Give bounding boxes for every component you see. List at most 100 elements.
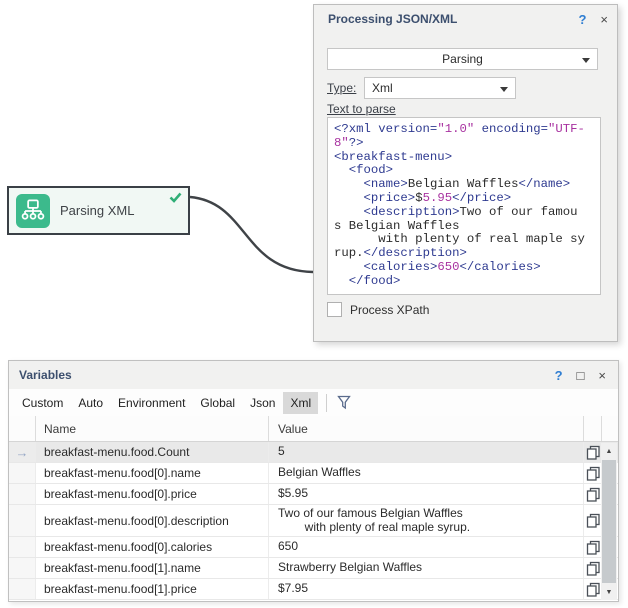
table-row[interactable]: breakfast-menu.food[0].price$5.95 bbox=[9, 484, 618, 505]
table-row[interactable]: breakfast-menu.food[1].nameStrawberry Be… bbox=[9, 558, 618, 579]
variable-value: Two of our famous Belgian Waffles with p… bbox=[269, 505, 584, 536]
variable-value: Strawberry Belgian Waffles bbox=[269, 558, 584, 578]
code-line: <calories>650</calories> bbox=[334, 261, 594, 275]
code-line: <price>$5.95</price> bbox=[334, 192, 594, 206]
dialog-header: Processing JSON/XML ? × bbox=[314, 5, 617, 33]
maximize-icon[interactable]: □ bbox=[577, 369, 585, 382]
dialog-title: Processing JSON/XML bbox=[328, 12, 564, 26]
table-row[interactable]: breakfast-menu.food[0].nameBelgian Waffl… bbox=[9, 463, 618, 484]
code-line: <name>Belgian Waffles</name> bbox=[334, 178, 594, 192]
tab-xml[interactable]: Xml bbox=[283, 392, 318, 414]
processing-json-xml-dialog: Processing JSON/XML ? × Parsing Type: Xm… bbox=[313, 4, 618, 342]
close-icon[interactable]: × bbox=[600, 13, 608, 26]
action-dropdown-value: Parsing bbox=[442, 52, 483, 66]
scroll-up-icon[interactable]: ▲ bbox=[601, 443, 617, 459]
filter-funnel-icon[interactable] bbox=[336, 394, 352, 411]
variables-grid: Name Value → breakfast-menu.food.Count5 b… bbox=[9, 416, 618, 601]
table-row[interactable]: breakfast-menu.food[1].price$7.95 bbox=[9, 579, 618, 600]
table-row[interactable]: breakfast-menu.food[0].descriptionTwo of… bbox=[9, 505, 618, 537]
text-to-parse-label: Text to parse bbox=[327, 102, 396, 116]
process-xpath-checkbox[interactable] bbox=[327, 302, 342, 317]
gutter-header bbox=[9, 416, 36, 441]
tab-auto[interactable]: Auto bbox=[71, 392, 110, 414]
variable-name: breakfast-menu.food[0].price bbox=[36, 484, 269, 504]
copy-button[interactable] bbox=[584, 463, 602, 483]
variable-value: $5.95 bbox=[269, 484, 584, 504]
variable-name: breakfast-menu.food[1].name bbox=[36, 558, 269, 578]
copy-icon bbox=[586, 513, 601, 528]
variables-tabs: CustomAutoEnvironmentGlobalJsonXml bbox=[9, 389, 618, 416]
type-dropdown-value: Xml bbox=[372, 81, 393, 95]
variable-value: 5 bbox=[269, 442, 584, 462]
value-column-header[interactable]: Value bbox=[269, 416, 584, 441]
table-row[interactable]: breakfast-menu.food[0].calories650 bbox=[9, 537, 618, 558]
action-dropdown[interactable]: Parsing bbox=[327, 48, 598, 70]
workflow-canvas: Parsing XML Processing JSON/XML ? × Pars… bbox=[0, 0, 628, 608]
variable-name: breakfast-menu.food[0].name bbox=[36, 463, 269, 483]
copy-icon bbox=[586, 466, 601, 481]
row-indicator-cell bbox=[9, 579, 36, 599]
close-icon[interactable]: × bbox=[598, 369, 606, 382]
variable-name: breakfast-menu.food[0].calories bbox=[36, 537, 269, 557]
copy-button[interactable] bbox=[584, 442, 602, 462]
code-line: <food> bbox=[334, 164, 594, 178]
copy-button[interactable] bbox=[584, 537, 602, 557]
copy-button[interactable] bbox=[584, 505, 602, 536]
tabs-separator bbox=[326, 394, 327, 412]
code-line: </food> bbox=[334, 275, 594, 289]
process-xpath-row: Process XPath bbox=[327, 302, 429, 317]
process-xpath-label: Process XPath bbox=[350, 303, 429, 317]
current-row-arrow-icon: → bbox=[16, 446, 29, 459]
scroll-down-icon[interactable]: ▼ bbox=[601, 584, 617, 600]
variables-panel: Variables ? □ × CustomAutoEnvironmentGlo… bbox=[8, 360, 619, 602]
tab-custom[interactable]: Custom bbox=[15, 392, 70, 414]
copy-column-header bbox=[584, 416, 602, 441]
variable-name: breakfast-menu.food.Count bbox=[36, 442, 269, 462]
copy-button[interactable] bbox=[584, 484, 602, 504]
vertical-scrollbar[interactable]: ▲ ▼ bbox=[601, 443, 617, 600]
success-check-icon bbox=[169, 190, 182, 208]
variable-value: $7.95 bbox=[269, 579, 584, 599]
row-indicator-cell bbox=[9, 537, 36, 557]
name-column-header[interactable]: Name bbox=[36, 416, 269, 441]
code-line: s Belgian Waffles bbox=[334, 220, 594, 234]
copy-icon bbox=[586, 540, 601, 555]
copy-button[interactable] bbox=[584, 558, 602, 578]
type-label: Type: bbox=[327, 81, 356, 95]
copy-icon bbox=[586, 582, 601, 597]
type-dropdown[interactable]: Xml bbox=[364, 77, 516, 99]
chevron-down-icon bbox=[582, 58, 590, 63]
tab-json[interactable]: Json bbox=[243, 392, 282, 414]
chevron-down-icon bbox=[500, 87, 508, 92]
variable-name: breakfast-menu.food[1].price bbox=[36, 579, 269, 599]
copy-icon bbox=[586, 487, 601, 502]
row-indicator-cell bbox=[9, 463, 36, 483]
variables-title: Variables bbox=[19, 368, 541, 382]
row-indicator-cell: → bbox=[9, 442, 36, 462]
row-indicator-cell bbox=[9, 484, 36, 504]
code-line: <description>Two of our famou bbox=[334, 206, 594, 220]
tab-global[interactable]: Global bbox=[193, 392, 242, 414]
node-label: Parsing XML bbox=[60, 203, 134, 218]
sitemap-icon bbox=[16, 194, 50, 228]
variables-rows: → breakfast-menu.food.Count5 breakfast-me… bbox=[9, 442, 618, 600]
node-parsing-xml[interactable]: Parsing XML bbox=[7, 186, 190, 235]
table-row[interactable]: → breakfast-menu.food.Count5 bbox=[9, 442, 618, 463]
text-to-parse-editor[interactable]: <?xml version="1.0" encoding="UTF-8"?><b… bbox=[327, 117, 601, 295]
grid-header-row: Name Value bbox=[9, 416, 618, 442]
code-line: rup.</description> bbox=[334, 247, 594, 261]
scrollbar-thumb[interactable] bbox=[602, 460, 616, 583]
copy-button[interactable] bbox=[584, 579, 602, 599]
row-indicator-cell bbox=[9, 558, 36, 578]
tab-environment[interactable]: Environment bbox=[111, 392, 192, 414]
code-line: <?xml version="1.0" encoding="UTF- bbox=[334, 123, 594, 137]
variable-name: breakfast-menu.food[0].description bbox=[36, 505, 269, 536]
copy-icon bbox=[586, 445, 601, 460]
help-icon[interactable]: ? bbox=[555, 369, 563, 382]
help-icon[interactable]: ? bbox=[578, 13, 586, 26]
variable-value: 650 bbox=[269, 537, 584, 557]
code-line: <breakfast-menu> bbox=[334, 151, 594, 165]
code-line: 8"?> bbox=[334, 137, 594, 151]
row-indicator-cell bbox=[9, 505, 36, 536]
variable-value: Belgian Waffles bbox=[269, 463, 584, 483]
